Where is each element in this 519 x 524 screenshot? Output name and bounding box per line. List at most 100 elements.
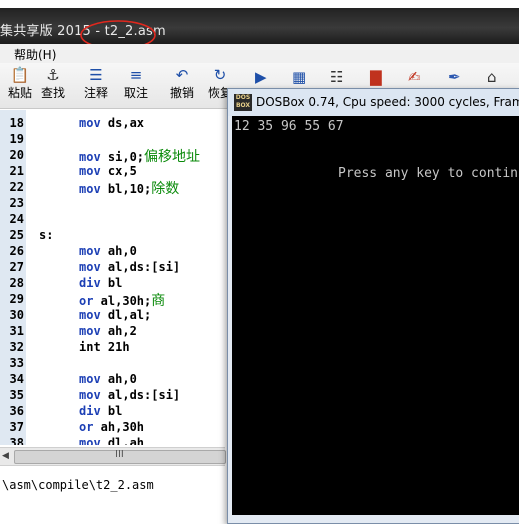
file-path: \asm\compile\t2_2.asm: [2, 478, 154, 492]
code-operands: cx,5: [100, 164, 137, 178]
binoculars-icon: ⚓: [46, 66, 60, 84]
run-icon[interactable]: ▶: [255, 68, 267, 86]
output-pane: \asm\compile\t2_2.asm: [0, 466, 225, 522]
pen-icon[interactable]: ✒: [448, 68, 461, 86]
line-number: 26: [9, 244, 24, 258]
code-keyword: mov: [79, 372, 101, 386]
code-keyword: mov: [79, 308, 101, 322]
redo-icon: ↻: [213, 66, 227, 84]
scroll-left-arrow-icon[interactable]: ◀: [2, 451, 9, 461]
dosbox-window[interactable]: DOS BOX DOSBox 0.74, Cpu speed: 3000 cyc…: [227, 88, 519, 524]
code-line: mov si,0;偏移地址: [79, 146, 200, 166]
line-number: 18: [9, 116, 24, 130]
scrollbar-thumb[interactable]: III: [14, 449, 226, 464]
code-keyword: mov: [79, 182, 101, 196]
code-operands: s:: [39, 228, 54, 242]
line-number: 20: [9, 148, 24, 162]
code-line: div bl: [79, 404, 122, 418]
code-line: mov al,ds:[si]: [79, 260, 180, 274]
code-operands: al,ds:[si]: [100, 260, 181, 274]
undo-button[interactable]: ↶ 撤销: [162, 65, 202, 105]
code-keyword: mov: [79, 244, 101, 258]
code-editor[interactable]: 18 19 20 21 22 23 24 25 26 27 28 29 30 31 32 33 34 35 36 37…: [0, 110, 225, 445]
code-line: or al,30h;商: [79, 290, 165, 310]
code-operands: dl,al;: [100, 308, 152, 322]
code-line: mov ah,0: [79, 244, 137, 258]
code-operands: ah,30h: [93, 420, 145, 434]
code-operands: si,0;: [100, 150, 145, 164]
code-line: mov bl,10;除数: [79, 178, 179, 198]
code-line: mov ah,0: [79, 372, 137, 386]
code-line: mov cx,5: [79, 164, 137, 178]
line-number: 24: [9, 212, 24, 226]
code-keyword: div: [79, 276, 101, 290]
comment-button[interactable]: ☰ 注释: [76, 65, 116, 105]
code-keyword: div: [79, 404, 101, 418]
code-line: div bl: [79, 276, 122, 290]
code-comment: 偏移地址: [144, 149, 201, 165]
code-line: int 21h: [79, 340, 130, 354]
code-line: mov ds,ax: [79, 116, 144, 130]
code-operands: al,ds:[si]: [100, 388, 181, 402]
scroll-grip: III: [115, 449, 124, 460]
press-key-prompt: Press any key to contin: [338, 166, 519, 181]
code-operands: bl: [100, 276, 123, 290]
line-number: 21: [9, 164, 24, 178]
line-number: 33: [9, 356, 24, 370]
program-output: 12 35 96 55 67: [234, 119, 344, 134]
menu-bar: 帮助(H): [0, 44, 519, 63]
line-number: 30: [9, 308, 24, 322]
line-number: 19: [9, 132, 24, 146]
horizontal-scrollbar[interactable]: ◀ III: [0, 447, 226, 466]
dosbox-logo-icon: DOS BOX: [234, 94, 252, 111]
bar-chart-icon[interactable]: ▇: [370, 68, 382, 86]
line-number: 29: [9, 292, 24, 306]
code-operands: bl,10;: [100, 182, 152, 196]
dosbox-screen[interactable]: 12 35 96 55 67 Press any key to contin: [232, 116, 519, 515]
find-button[interactable]: ⚓ 查找: [33, 65, 73, 105]
code-comment: 商: [151, 293, 166, 309]
code-keyword: mov: [79, 150, 101, 164]
code-operands: ah,0: [100, 244, 137, 258]
code-keyword: or: [79, 420, 94, 434]
code-operands: dl,ah: [100, 436, 145, 445]
line-number: 34: [9, 372, 24, 386]
comment-lines-icon: ☰: [89, 66, 103, 84]
line-number: 23: [9, 196, 24, 210]
line-number: 22: [9, 180, 24, 194]
dosbox-title: DOSBox 0.74, Cpu speed: 3000 cycles, Fra…: [256, 95, 519, 109]
line-number-gutter: 18 19 20 21 22 23 24 25 26 27 28 29 30 31 32 33 34 35 36 37…: [0, 110, 26, 445]
code-keyword: mov: [79, 116, 101, 130]
uncomment-icon: ≡: [129, 66, 143, 84]
code-comment: 除数: [151, 181, 180, 197]
code-keyword: mov: [79, 164, 101, 178]
code-line: mov al,ds:[si]: [79, 388, 180, 402]
code-line: or ah,30h: [79, 420, 144, 434]
code-line: mov dl,al;: [79, 308, 151, 322]
code-keyword: or: [79, 294, 94, 308]
code-line: mov dl,ah: [79, 436, 144, 445]
code-operands: ah,2: [100, 324, 137, 338]
home-icon[interactable]: ⌂: [487, 68, 497, 86]
undo-icon: ↶: [175, 66, 189, 84]
dosbox-title-bar[interactable]: DOS BOX DOSBox 0.74, Cpu speed: 3000 cyc…: [228, 89, 519, 116]
code-keyword: mov: [79, 388, 101, 402]
code-keyword: mov: [79, 324, 101, 338]
line-number: 37: [9, 420, 24, 434]
code-operands: ds,ax: [100, 116, 145, 130]
code-operands: int 21h: [79, 340, 130, 354]
menu-help[interactable]: 帮助(H): [14, 46, 56, 63]
grid-icon[interactable]: ▦: [292, 68, 306, 86]
code-line: mov ah,2: [79, 324, 137, 338]
edit-doc-icon[interactable]: ✍: [408, 68, 421, 86]
code-operands: al,30h;: [93, 294, 152, 308]
line-number: 27: [9, 260, 24, 274]
line-number: 35: [9, 388, 24, 402]
editor-title-bar[interactable]: 集共享版 2015 - t2_2.asm: [0, 8, 519, 50]
code-keyword: mov: [79, 260, 101, 274]
code-operands: ah,0: [100, 372, 137, 386]
line-number: 32: [9, 340, 24, 354]
uncomment-button[interactable]: ≡ 取注: [116, 65, 156, 105]
window-list-icon[interactable]: ☷: [330, 68, 343, 86]
code-operands: bl: [100, 404, 123, 418]
